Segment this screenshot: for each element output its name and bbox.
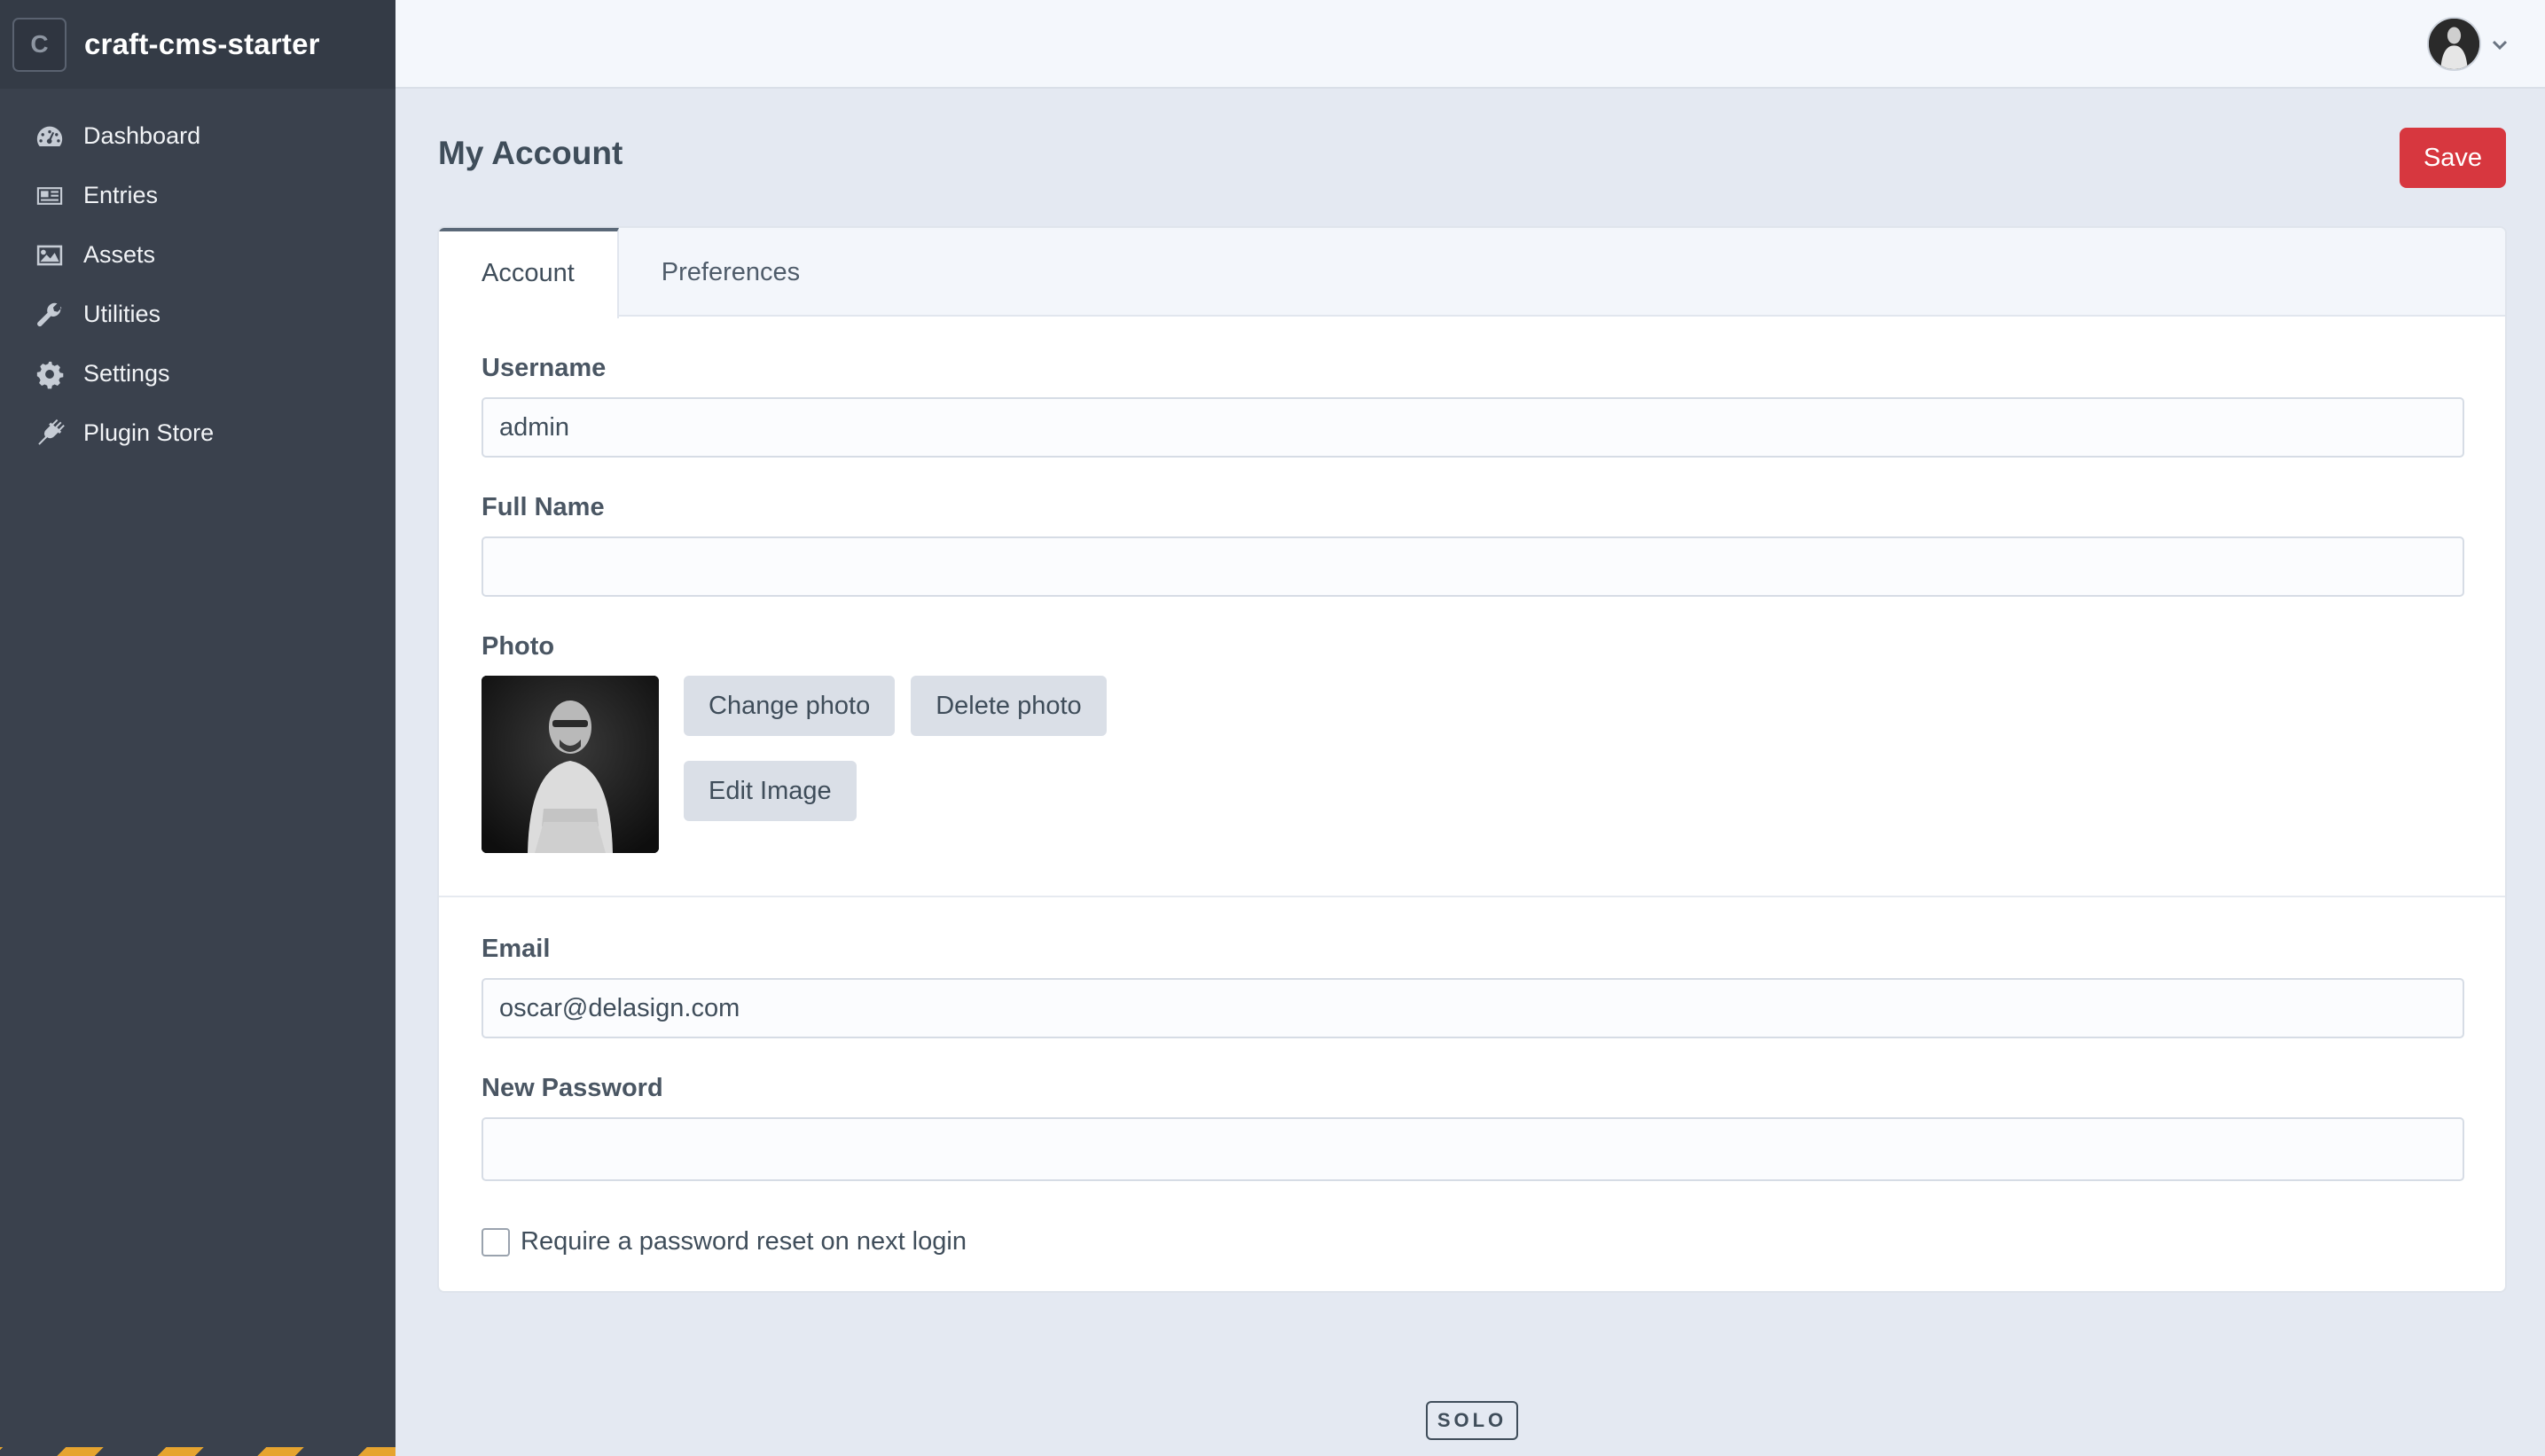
save-button[interactable]: Save	[2400, 128, 2506, 188]
username-label: Username	[482, 354, 607, 382]
credentials-section: Email New Password Require a password re…	[439, 897, 2505, 1256]
full-name-label: Full Name	[482, 493, 605, 521]
delete-photo-button[interactable]: Delete photo	[911, 676, 1107, 736]
require-reset-checkbox[interactable]	[482, 1227, 510, 1256]
full-name-input[interactable]	[482, 536, 2464, 597]
edit-image-button[interactable]: Edit Image	[684, 761, 857, 821]
nav-item-utilities[interactable]: Utilities	[0, 285, 395, 344]
photo-actions: Change photo Delete photo Edit Image	[684, 676, 1107, 853]
new-password-label: New Password	[482, 1074, 663, 1102]
require-reset-label[interactable]: Require a password reset on next login	[521, 1227, 967, 1256]
site-logo[interactable]: C	[12, 17, 67, 72]
tab-preferences[interactable]: Preferences	[619, 228, 842, 317]
require-reset-row[interactable]: Require a password reset on next login	[482, 1227, 2463, 1256]
new-password-input[interactable]	[482, 1117, 2464, 1181]
account-section: Username Full Name Photo	[439, 317, 2505, 853]
site-name[interactable]: craft-cms-starter	[84, 27, 320, 61]
avatar[interactable]	[2427, 17, 2481, 71]
user-photo	[482, 676, 659, 853]
nav-item-dashboard[interactable]: Dashboard	[0, 106, 395, 166]
nav-item-settings[interactable]: Settings	[0, 344, 395, 403]
page-title: My Account	[438, 135, 623, 171]
app-root: C craft-cms-starter Dashboard Entries As…	[0, 0, 2545, 1456]
top-bar	[395, 0, 2545, 89]
wrench-icon	[34, 299, 66, 331]
newspaper-icon	[34, 180, 66, 212]
sidebar: C craft-cms-starter Dashboard Entries As…	[0, 0, 395, 1456]
site-header[interactable]: C craft-cms-starter	[0, 0, 395, 89]
tab-account[interactable]: Account	[439, 228, 619, 318]
gauge-icon	[34, 121, 66, 153]
tab-bar: Account Preferences	[439, 228, 2505, 318]
image-icon	[34, 239, 66, 271]
username-input[interactable]	[482, 397, 2464, 458]
main-nav: Dashboard Entries Assets Utilities Setti…	[0, 89, 395, 463]
photo-label: Photo	[482, 632, 555, 661]
plug-icon	[34, 418, 66, 450]
nav-item-plugin-store[interactable]: Plugin Store	[0, 403, 395, 463]
email-label: Email	[482, 935, 551, 963]
nav-item-assets[interactable]: Assets	[0, 225, 395, 285]
user-menu[interactable]	[2427, 17, 2510, 71]
chevron-down-icon[interactable]	[2490, 35, 2510, 54]
nav-label: Utilities	[83, 301, 161, 327]
change-photo-button[interactable]: Change photo	[684, 676, 896, 736]
edition-badge: SOLO	[1426, 1401, 1518, 1440]
email-input[interactable]	[482, 978, 2464, 1038]
nav-item-entries[interactable]: Entries	[0, 166, 395, 225]
nav-label: Dashboard	[83, 122, 201, 149]
dev-mode-stripe	[0, 1447, 395, 1456]
gear-icon	[34, 358, 66, 390]
nav-label: Assets	[83, 241, 156, 268]
nav-label: Entries	[83, 182, 159, 208]
nav-label: Plugin Store	[83, 419, 215, 446]
photo-field: Change photo Delete photo Edit Image	[482, 676, 2463, 853]
account-card: Account Preferences Username Full Name P…	[437, 226, 2507, 1293]
nav-label: Settings	[83, 360, 170, 387]
